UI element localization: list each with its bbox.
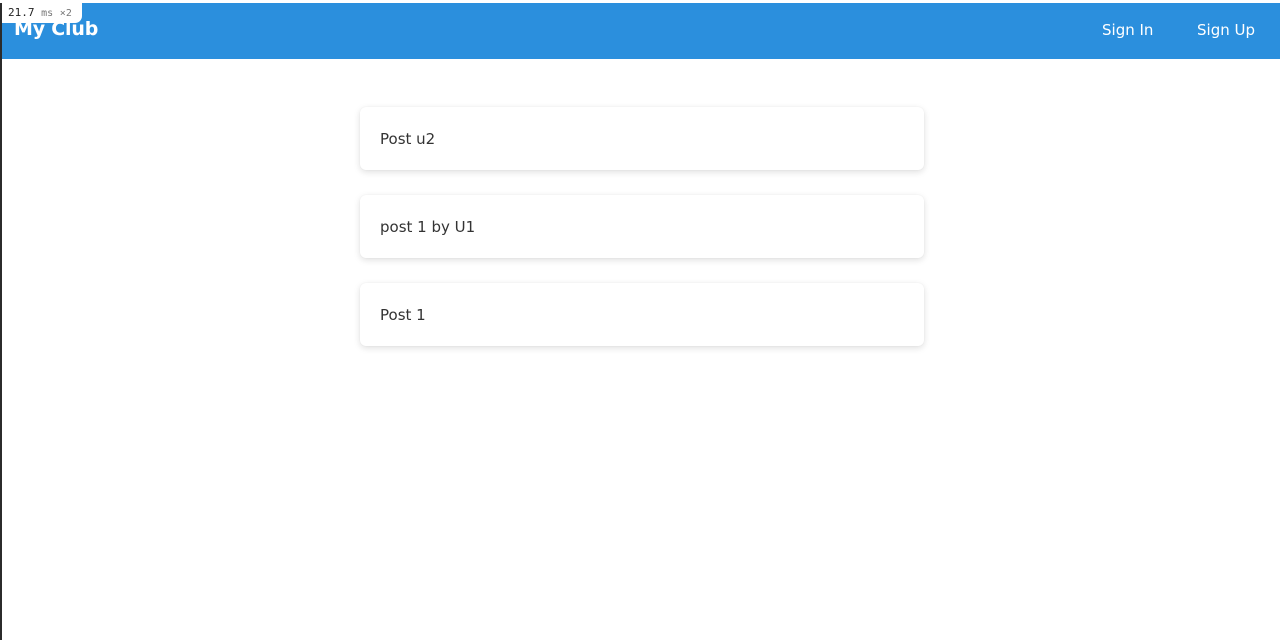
post-card[interactable]: Post 1 [360,283,924,346]
sign-in-link[interactable]: Sign In [1102,21,1153,39]
post-title: post 1 by U1 [380,217,476,236]
perf-unit: ms [41,8,54,19]
perf-badge: 21.7 ms ×2 [2,3,82,23]
post-title: Post 1 [380,305,426,324]
sign-up-link[interactable]: Sign Up [1197,21,1255,39]
navbar: My Club Sign In Sign Up [2,3,1280,59]
perf-value: 21.7 [8,6,35,19]
page: My Club Sign In Sign Up Post u2 post 1 b… [2,3,1280,640]
post-card[interactable]: Post u2 [360,107,924,170]
post-list: Post u2 post 1 by U1 Post 1 [360,107,924,371]
post-card[interactable]: post 1 by U1 [360,195,924,258]
perf-multiplier: ×2 [59,8,72,19]
post-title: Post u2 [380,129,436,148]
window-right-edge [1280,0,1284,640]
